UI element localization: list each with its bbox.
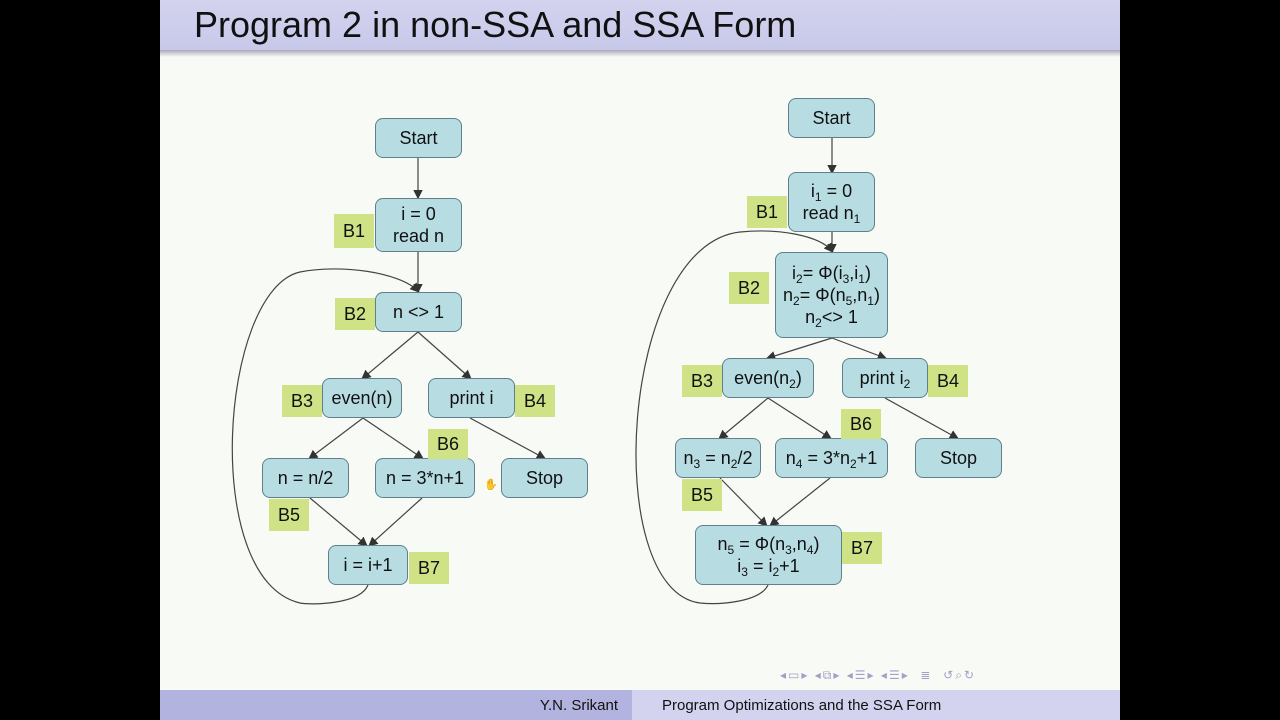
forward-icon[interactable]: ↻ [964, 668, 976, 682]
right-b7-line1: n5 = Φ(n3,n4) [717, 534, 820, 557]
left-b5-node: n = n/2 [262, 458, 349, 498]
right-tag-b4: B4 [928, 365, 968, 397]
right-stop-node: Stop [915, 438, 1002, 478]
left-b1-line1: i = 0 [401, 204, 436, 224]
right-tag-b5: B5 [682, 479, 722, 511]
right-b1-node: i1 = 0 read n1 [788, 172, 875, 232]
right-b1-line2: read n1 [802, 203, 861, 226]
search-icon[interactable]: ⌕ [955, 668, 964, 682]
right-b3-label: even(n2) [734, 368, 802, 391]
right-b2-line3: n2<> 1 [805, 307, 858, 330]
right-start-node: Start [788, 98, 875, 138]
left-b2-label: n <> 1 [392, 302, 445, 322]
footer-author: Y.N. Srikant [160, 690, 632, 720]
right-tag-b6: B6 [841, 409, 881, 439]
hand-cursor-icon: ✋ [484, 479, 498, 491]
nav-prev-doc-icon[interactable]: ◂ [881, 668, 889, 682]
edge-left-b2-b3 [361, 331, 419, 380]
right-b5-label: n3 = n2/2 [683, 448, 753, 471]
edge-right-b3-b5 [718, 397, 769, 440]
slide-footer: Y.N. Srikant Program Optimizations and t… [160, 690, 1120, 720]
edge-right-b6-b7 [769, 477, 831, 527]
edge-right-b2-b4 [831, 337, 888, 360]
right-b1-line1: i1 = 0 [810, 181, 853, 204]
edge-left-b3-b5 [308, 417, 364, 460]
left-tag-b1: B1 [334, 214, 374, 248]
right-start-label: Start [812, 108, 851, 128]
subsection-icon[interactable]: ⧉ [823, 668, 834, 682]
left-b6-node: n = 3*n+1 [375, 458, 475, 498]
right-b7-line2: i3 = i2+1 [737, 556, 800, 579]
nav-next-subsection-icon[interactable]: ▸ [833, 668, 841, 682]
slide: Program 2 in non-SSA and SSA Form Start … [160, 0, 1120, 720]
edge-left-b2-b4 [417, 331, 472, 380]
right-tag-b3: B3 [682, 365, 722, 397]
left-b7-node: i = i+1 [328, 545, 408, 585]
left-tag-b4: B4 [515, 385, 555, 417]
left-tag-b5: B5 [269, 499, 309, 531]
edge-left-b5-b7 [309, 497, 368, 547]
edge-right-b2-b3 [765, 337, 833, 361]
edge-left-b3-b6 [362, 417, 424, 460]
right-b6-label: n4 = 3*n2+1 [785, 448, 878, 471]
left-start-node: Start [375, 118, 462, 158]
outline-icon[interactable]: ≣ [920, 668, 932, 682]
nav-next-frame-icon[interactable]: ▸ [801, 668, 809, 682]
left-b1-line2: read n [392, 226, 445, 246]
left-b6-label: n = 3*n+1 [385, 468, 465, 488]
left-tag-b7: B7 [409, 552, 449, 584]
right-stop-label: Stop [939, 448, 978, 468]
right-b7-node: n5 = Φ(n3,n4) i3 = i2+1 [695, 525, 842, 585]
right-b6-node: n4 = 3*n2+1 [775, 438, 888, 478]
left-b4-node: print i [428, 378, 515, 418]
edge-right-b5-b7 [719, 477, 768, 527]
edge-right-b3-b6 [767, 397, 833, 440]
left-b3-node: even(n) [322, 378, 402, 418]
left-start-label: Start [399, 128, 438, 148]
right-b4-node: print i2 [842, 358, 928, 398]
right-b2-node: i2= Φ(i3,i1) n2= Φ(n5,n1) n2<> 1 [775, 252, 888, 338]
left-b1-node: i = 0 read n [375, 198, 462, 252]
left-b4-label: print i [449, 388, 494, 408]
left-tag-b3: B3 [282, 385, 322, 417]
left-stop-label: Stop [525, 468, 564, 488]
nav-prev-section-icon[interactable]: ◂ [847, 668, 855, 682]
cfg-edges [231, 138, 960, 605]
doc-icon[interactable]: ☰ [889, 668, 902, 682]
nav-prev-frame-icon[interactable]: ◂ [780, 668, 788, 682]
right-b5-node: n3 = n2/2 [675, 438, 761, 478]
left-b3-label: even(n) [331, 388, 393, 408]
right-b4-label: print i2 [859, 368, 911, 391]
beamer-navigation: ◂▭▸ ◂⧉▸ ◂☰▸ ◂☰▸ ≣ ↺⌕↻ [780, 668, 976, 683]
right-b2-line2: n2= Φ(n5,n1) [783, 285, 880, 308]
edge-left-b6-b7 [368, 497, 423, 547]
right-b2-line1: i2= Φ(i3,i1) [792, 263, 871, 286]
left-b2-node: n <> 1 [375, 292, 462, 332]
left-stop-node: Stop [501, 458, 588, 498]
left-b5-label: n = n/2 [277, 468, 334, 488]
right-tag-b1: B1 [747, 196, 787, 228]
left-b7-label: i = i+1 [343, 555, 393, 575]
nav-next-section-icon[interactable]: ▸ [868, 668, 876, 682]
frame-icon[interactable]: ▭ [788, 668, 801, 682]
edge-left-b4-stop [469, 417, 547, 460]
right-tag-b7: B7 [842, 532, 882, 564]
right-tag-b2: B2 [729, 272, 769, 304]
nav-next-doc-icon[interactable]: ▸ [902, 668, 910, 682]
back-icon[interactable]: ↺ [943, 668, 955, 682]
right-b3-node: even(n2) [722, 358, 814, 398]
nav-prev-subsection-icon[interactable]: ◂ [815, 668, 823, 682]
footer-talk-title: Program Optimizations and the SSA Form [632, 690, 1120, 720]
left-tag-b2: B2 [335, 298, 375, 330]
section-icon[interactable]: ☰ [855, 668, 868, 682]
edge-right-b4-stop [884, 397, 960, 440]
left-tag-b6: B6 [428, 429, 468, 459]
